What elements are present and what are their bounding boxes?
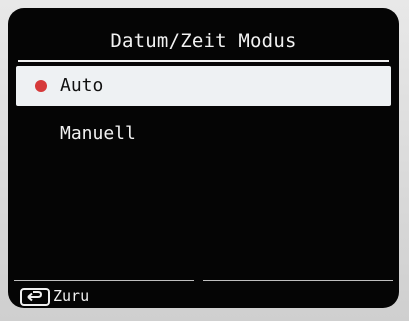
footer-divider-right [203, 280, 393, 281]
display-screen: Datum/Zeit Modus Auto Manuell Zuru [8, 8, 399, 308]
back-button[interactable] [20, 288, 50, 306]
footer-divider-left [14, 280, 194, 281]
menu-item-auto[interactable]: Auto [16, 66, 391, 106]
return-arrow-icon [27, 291, 43, 302]
back-label: Zuru [53, 287, 90, 305]
menu-item-label: Auto [60, 75, 104, 96]
screen-title: Datum/Zeit Modus [110, 30, 297, 52]
menu-item-label: Manuell [60, 123, 136, 144]
title-divider [18, 60, 389, 62]
radio-dot-icon [35, 80, 47, 92]
menu-item-manuell[interactable]: Manuell [16, 114, 391, 154]
device-bezel: Datum/Zeit Modus Auto Manuell Zuru [0, 0, 409, 321]
